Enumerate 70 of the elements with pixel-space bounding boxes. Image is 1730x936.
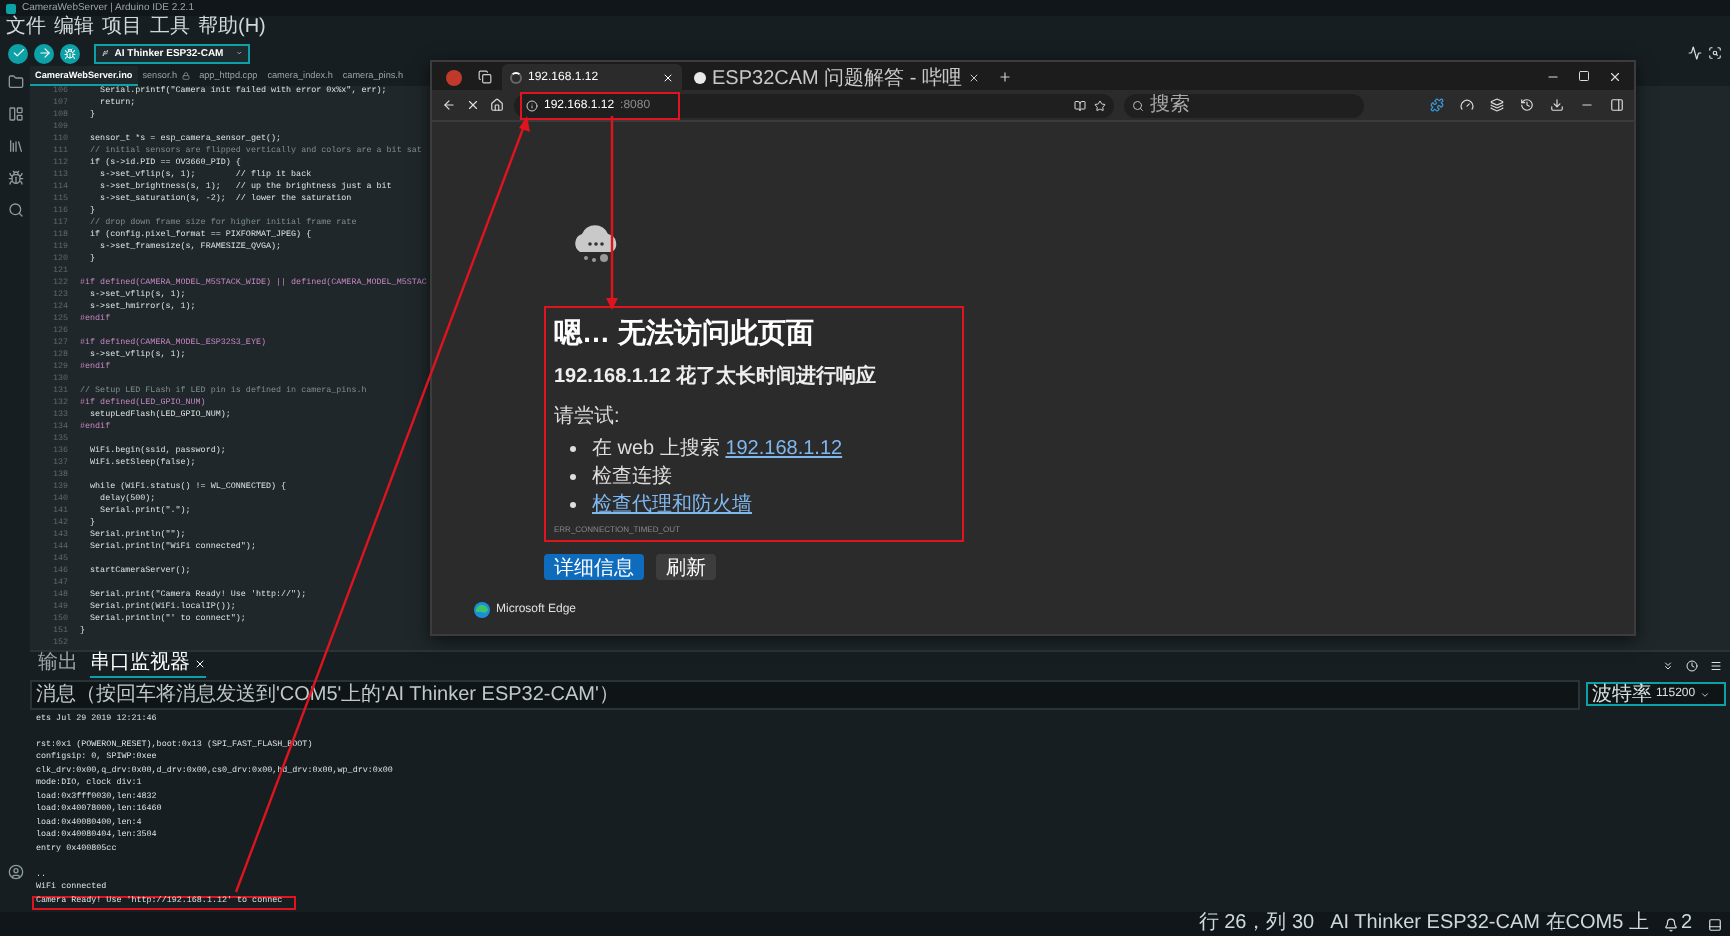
- workspaces-icon[interactable]: [478, 70, 492, 84]
- home-icon[interactable]: [490, 98, 504, 112]
- search-icon[interactable]: [7, 202, 23, 218]
- bullet-icon: [570, 473, 576, 480]
- verify-button[interactable]: [8, 43, 28, 63]
- star-icon[interactable]: [1094, 99, 1106, 111]
- refresh-button[interactable]: 刷新: [656, 554, 716, 580]
- plotter-icon[interactable]: [1688, 46, 1702, 60]
- bug-icon: [64, 47, 76, 59]
- error-message: 192.168.1.12 花了太长时间进行响应: [554, 362, 879, 390]
- serial-monitor-icon[interactable]: [1708, 46, 1722, 60]
- panel-toggle-icon[interactable]: [1708, 917, 1722, 931]
- debug-button[interactable]: [60, 43, 80, 63]
- download-icon[interactable]: [1550, 98, 1564, 112]
- lock-icon: [181, 71, 190, 79]
- back-icon[interactable]: [442, 98, 456, 112]
- close-icon: [968, 71, 981, 83]
- profile-icon[interactable]: [7, 864, 23, 880]
- library-icon[interactable]: [7, 138, 23, 154]
- swirl-logo-icon: [474, 602, 490, 618]
- browser-tab[interactable]: ESP32CAM 问题解答 - 哔哩: [686, 64, 989, 90]
- menu-item[interactable]: 工具: [150, 16, 190, 40]
- suggestion-text: 检查连接: [592, 466, 672, 488]
- suggestion-link[interactable]: 检查代理和防火墙: [592, 494, 752, 516]
- favicon-icon: [694, 71, 706, 83]
- bullet-icon: [570, 501, 576, 508]
- autoscroll-icon[interactable]: [1662, 659, 1674, 671]
- try-label: 请尝试:: [554, 403, 622, 430]
- stop-icon[interactable]: [466, 98, 480, 112]
- folder-icon[interactable]: [7, 74, 23, 90]
- extension-icon[interactable]: [1430, 98, 1444, 112]
- notification-count: 2: [1680, 912, 1692, 936]
- menu-item[interactable]: 编辑: [54, 16, 94, 40]
- board-status: AI Thinker ESP32-CAM 在COM5 上: [1330, 912, 1649, 936]
- panel-tab[interactable]: 输出: [38, 652, 78, 678]
- close-icon: [662, 71, 674, 83]
- arrow-right-icon: [37, 46, 51, 60]
- suggestion-text: 在 web 上搜索: [592, 438, 722, 460]
- bell-icon[interactable]: [1664, 917, 1679, 931]
- caret-icon: [1699, 689, 1710, 699]
- search-icon: [1132, 99, 1144, 111]
- new-tab-icon[interactable]: [998, 70, 1013, 84]
- menu-item[interactable]: 项目: [102, 16, 142, 40]
- maximize-icon[interactable]: [1578, 69, 1590, 81]
- info-icon[interactable]: [526, 99, 538, 111]
- clock-icon[interactable]: [1686, 659, 1698, 671]
- bullet-icon: [570, 445, 576, 452]
- history-icon[interactable]: [1520, 98, 1534, 112]
- usb-icon: [102, 48, 109, 58]
- menu-icon[interactable]: [1710, 659, 1722, 671]
- menu-item[interactable]: 帮助(H): [198, 16, 266, 40]
- panel-tab[interactable]: 串口监视器: [90, 652, 206, 678]
- collections-icon[interactable]: [1490, 98, 1504, 112]
- debug-icon[interactable]: [7, 170, 23, 186]
- cursor-position: 行 26，列 30: [1198, 912, 1315, 936]
- close-icon: [194, 658, 206, 670]
- sidebar-icon[interactable]: [1610, 98, 1624, 112]
- board-icon[interactable]: [7, 106, 23, 122]
- search-field[interactable]: 搜索: [1124, 93, 1364, 117]
- check-icon: [11, 46, 25, 60]
- avatar-icon[interactable]: [446, 69, 462, 85]
- upload-button[interactable]: [34, 43, 54, 63]
- app-icon: [6, 3, 16, 13]
- gauge-icon[interactable]: [1460, 98, 1474, 112]
- suggestion-link[interactable]: 192.168.1.12: [725, 438, 843, 460]
- details-button[interactable]: 详细信息: [544, 554, 644, 580]
- menu-item[interactable]: 文件: [6, 16, 46, 40]
- error-heading: 嗯… 无法访问此页面: [554, 316, 816, 352]
- loading-spinner-icon: [510, 71, 522, 83]
- close-icon[interactable]: [1608, 69, 1622, 83]
